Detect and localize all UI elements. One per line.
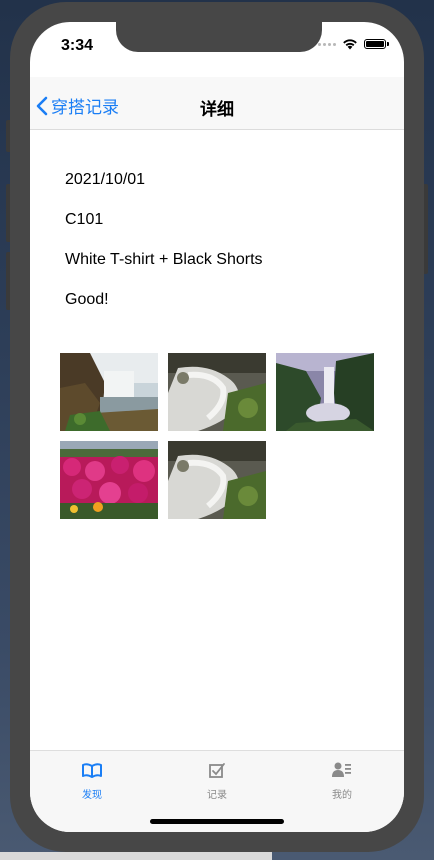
- status-icons: [318, 38, 389, 50]
- pink-flowers-photo[interactable]: [60, 441, 158, 519]
- tab-label: 发现: [82, 790, 102, 801]
- record-code: C101: [65, 211, 104, 228]
- waterfall-rocks-photo[interactable]: [60, 353, 158, 431]
- tab-profile[interactable]: 我的: [302, 761, 382, 801]
- battery-icon: [364, 39, 389, 49]
- record-outfit: White T-shirt + Black Shorts: [65, 251, 263, 268]
- misty-waterfall-photo[interactable]: [276, 353, 374, 431]
- notch: [116, 22, 322, 52]
- phone-frame: 3:34 穿搭记录 详细 2021/10/01 C101 White T-shi…: [10, 2, 424, 852]
- tab-label: 我的: [332, 790, 352, 801]
- checkbox-icon: [209, 763, 225, 778]
- profile-icon: [332, 762, 351, 777]
- navigation-bar: 穿搭记录 详细: [30, 77, 404, 130]
- record-details: 2021/10/01 C101 White T-shirt + Black Sh…: [65, 170, 263, 330]
- home-indicator[interactable]: [150, 819, 284, 824]
- background-strip: [0, 852, 272, 860]
- stream-cascade-photo-2[interactable]: [168, 441, 266, 519]
- tab-discover[interactable]: 发现: [52, 761, 132, 801]
- stream-cascade-photo[interactable]: [168, 353, 266, 431]
- tab-label: 记录: [207, 790, 227, 801]
- record-date: 2021/10/01: [65, 171, 146, 188]
- wifi-icon: [343, 39, 357, 50]
- page-title: 详细: [200, 100, 234, 119]
- status-time: 3:34: [61, 37, 94, 54]
- book-icon: [82, 763, 102, 778]
- screen: 3:34 穿搭记录 详细 2021/10/01 C101 White T-shi…: [30, 22, 404, 832]
- signal-icon: [318, 42, 336, 46]
- tab-records[interactable]: 记录: [177, 761, 257, 801]
- record-comment: Good!: [65, 291, 109, 308]
